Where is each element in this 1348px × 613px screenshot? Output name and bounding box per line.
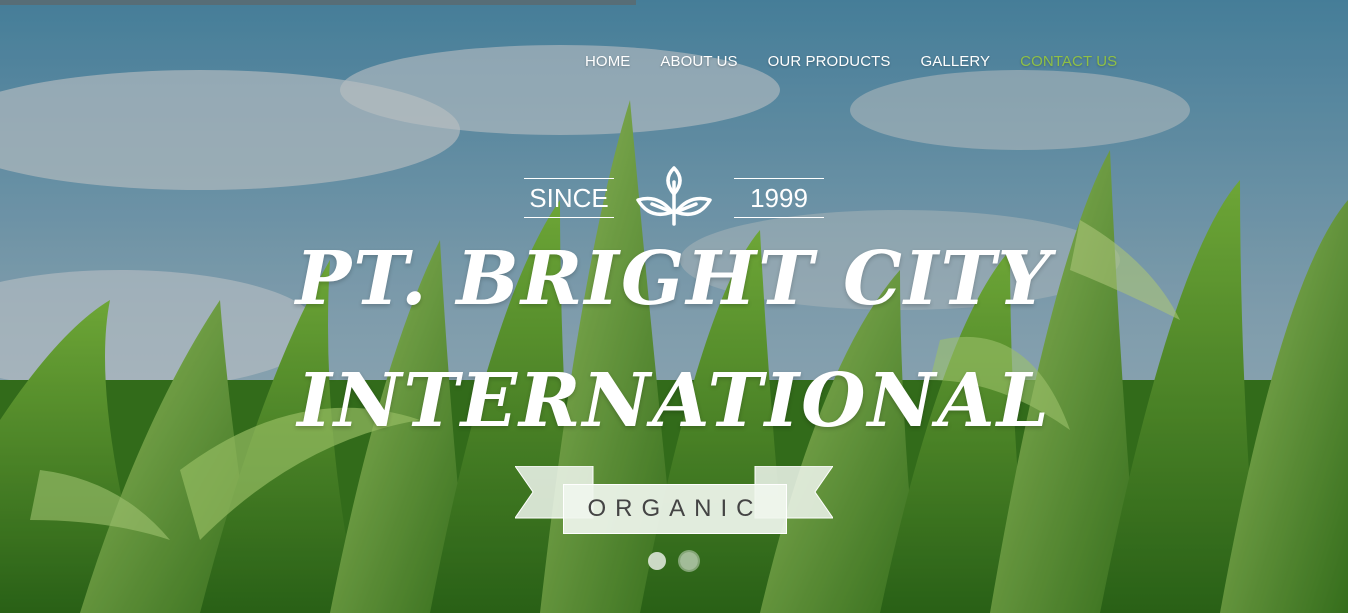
nav-home[interactable]: HOME — [570, 52, 645, 72]
nav-about-us[interactable]: ABOUT US — [645, 52, 752, 72]
since-label: SINCE — [524, 178, 614, 218]
organic-ribbon: ORGANIC — [515, 466, 833, 536]
ribbon-label: ORGANIC — [563, 484, 787, 534]
nav-gallery[interactable]: GALLERY — [906, 52, 1006, 72]
leaf-sprout-icon — [634, 164, 714, 233]
slider-dot-2[interactable] — [680, 552, 698, 570]
slide-progress-bar — [0, 0, 636, 5]
slider-pagination — [648, 552, 698, 570]
slider-dot-1[interactable] — [648, 552, 666, 570]
nav-contact-us[interactable]: CONTACT US — [1005, 52, 1132, 72]
company-title-line-1: PT. BRIGHT CITY — [295, 236, 1053, 322]
since-badge: SINCE 1999 — [524, 166, 824, 226]
main-nav: HOME ABOUT US OUR PRODUCTS GALLERY CONTA… — [570, 52, 1132, 72]
nav-our-products[interactable]: OUR PRODUCTS — [753, 52, 906, 72]
hero-slider: HOME ABOUT US OUR PRODUCTS GALLERY CONTA… — [0, 0, 1348, 613]
company-title-line-2: INTERNATIONAL — [297, 358, 1051, 444]
founded-year: 1999 — [734, 178, 824, 218]
